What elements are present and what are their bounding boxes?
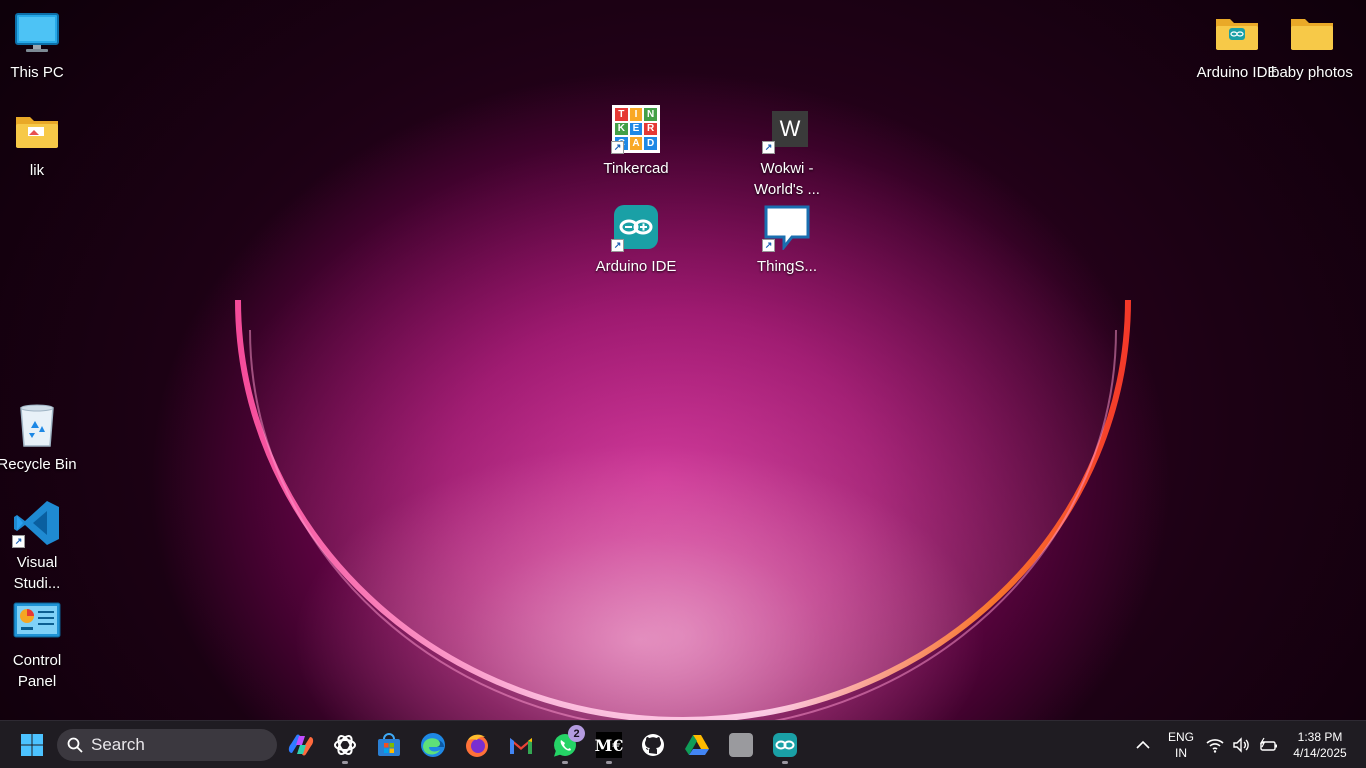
desktop-icon-label: This PC <box>10 64 64 81</box>
desktop-icon-control-panel[interactable]: Control Panel <box>0 596 77 692</box>
taskbar-app-copilot[interactable] <box>281 725 321 765</box>
copilot-icon <box>288 734 314 756</box>
taskbar-app-chatgpt[interactable] <box>325 725 365 765</box>
speech-bubble-icon: ↗ <box>762 202 812 252</box>
taskbar-app-medium[interactable]: M€ <box>589 725 629 765</box>
region-code: IN <box>1175 746 1187 760</box>
search-label: Search <box>91 735 145 754</box>
taskbar-app-blank[interactable] <box>721 725 761 765</box>
taskbar-app-arduino[interactable] <box>765 725 805 765</box>
desktop-icon-label: baby photos <box>1271 64 1353 81</box>
desktop-icon-thingspeak[interactable]: ↗ ThingS... <box>747 202 827 277</box>
desktop-icon-arduino-ide-folder[interactable]: Arduino IDE <box>1197 8 1277 83</box>
language-indicator[interactable]: ENG IN <box>1162 729 1200 761</box>
chatgpt-icon <box>334 734 356 756</box>
github-icon <box>642 734 664 756</box>
taskbar: Search 2 M€ ENG IN 1:38 PM 4/14/2025 <box>0 720 1366 768</box>
taskbar-app-edge[interactable] <box>413 725 453 765</box>
folder-icon <box>12 106 62 156</box>
quick-settings-button[interactable] <box>1206 733 1278 757</box>
wifi-icon <box>1206 739 1224 753</box>
taskbar-app-firefox[interactable] <box>457 725 497 765</box>
wokwi-icon: W ↗ <box>762 104 812 154</box>
desktop-icon-label: Visual Studi... <box>13 554 61 592</box>
desktop-icon-label: Arduino IDE <box>595 258 677 275</box>
taskbar-app-gmail[interactable] <box>501 725 541 765</box>
windows-logo-icon <box>21 734 43 756</box>
desktop-icon-visual-studio-code[interactable]: ↗ Visual Studi... <box>0 498 77 594</box>
desktop-icon-arduino-ide[interactable]: ↗ Arduino IDE <box>596 202 676 277</box>
desktop-icon-wokwi[interactable]: W ↗ Wokwi - World's ... <box>747 104 827 200</box>
battery-icon <box>1259 737 1277 751</box>
control-panel-icon <box>12 596 62 646</box>
wallpaper-bloom <box>235 0 1131 720</box>
desktop-icon-label: lik <box>29 162 45 179</box>
tinkercad-icon: T I N K E R C A D ↗ <box>611 104 661 154</box>
tinkercad-letter: T <box>615 108 628 121</box>
folder-icon <box>1212 8 1262 58</box>
wokwi-glyph: W <box>772 111 808 147</box>
running-indicator <box>562 761 568 764</box>
shortcut-arrow-icon: ↗ <box>12 535 25 548</box>
medium-icon: M€ <box>594 732 624 758</box>
tinkercad-letter: A <box>629 137 643 150</box>
arduino-icon: ↗ <box>611 202 661 252</box>
medium-logo-text: M€ <box>594 735 624 755</box>
shortcut-arrow-icon: ↗ <box>611 239 624 252</box>
desktop-icon-label: Recycle Bin <box>0 456 77 473</box>
show-hidden-icons-button[interactable] <box>1123 725 1163 765</box>
tinkercad-letter: I <box>629 108 643 121</box>
gmail-icon <box>510 738 532 754</box>
language-code: ENG <box>1167 730 1194 744</box>
volume-icon <box>1233 737 1249 753</box>
edge-icon <box>421 733 445 757</box>
shortcut-arrow-icon: ↗ <box>762 239 775 252</box>
desktop-icon-tinkercad[interactable]: T I N K E R C A D ↗ Tinkercad <box>596 104 676 179</box>
tinkercad-letter: E <box>629 122 643 136</box>
tinkercad-letter: K <box>615 122 628 136</box>
desktop-icon-label: Tinkercad <box>603 160 669 177</box>
shortcut-arrow-icon: ↗ <box>762 141 775 154</box>
desktop: This PC lik Recycle Bin ↗ Visual Studi..… <box>0 0 1366 720</box>
start-button[interactable] <box>12 725 52 765</box>
clock-date: 4/14/2025 <box>1293 746 1347 760</box>
tinkercad-letter: D <box>644 137 657 150</box>
folder-icon <box>1287 8 1337 58</box>
taskbar-app-microsoft-store[interactable] <box>369 725 409 765</box>
running-indicator <box>342 761 348 764</box>
tinkercad-letter: R <box>644 122 657 136</box>
desktop-icon-label: Arduino IDE <box>1196 64 1278 81</box>
taskbar-app-github[interactable] <box>633 725 673 765</box>
desktop-icon-label: Control Panel <box>12 652 62 690</box>
blank-app-icon <box>729 733 753 757</box>
desktop-icon-label: Wokwi - World's ... <box>754 160 820 198</box>
desktop-icon-this-pc[interactable]: This PC <box>0 8 77 83</box>
running-indicator <box>606 761 612 764</box>
clock-time: 1:38 PM <box>1297 730 1343 744</box>
running-indicator <box>782 761 788 764</box>
arduino-icon <box>773 733 797 757</box>
vscode-icon: ↗ <box>12 498 62 548</box>
desktop-icon-lik[interactable]: lik <box>0 106 77 181</box>
desktop-icon-label: ThingS... <box>756 258 818 275</box>
microsoft-store-icon <box>378 733 400 756</box>
firefox-icon <box>466 734 488 757</box>
notification-badge: 2 <box>568 725 585 742</box>
shortcut-arrow-icon: ↗ <box>611 141 624 154</box>
monitor-icon <box>12 8 62 58</box>
search-icon <box>67 737 83 753</box>
clock[interactable]: 1:38 PM 4/14/2025 <box>1282 729 1358 761</box>
taskbar-app-google-drive[interactable] <box>677 725 717 765</box>
google-drive-icon <box>685 735 709 755</box>
chevron-up-icon <box>1136 740 1150 749</box>
recycle-bin-icon <box>12 400 62 450</box>
tinkercad-letter: N <box>644 108 657 121</box>
taskbar-app-whatsapp[interactable]: 2 <box>545 725 585 765</box>
desktop-icon-baby-photos[interactable]: baby photos <box>1271 8 1353 83</box>
desktop-icon-recycle-bin[interactable]: Recycle Bin <box>0 400 77 475</box>
search-box[interactable]: Search <box>57 729 277 761</box>
